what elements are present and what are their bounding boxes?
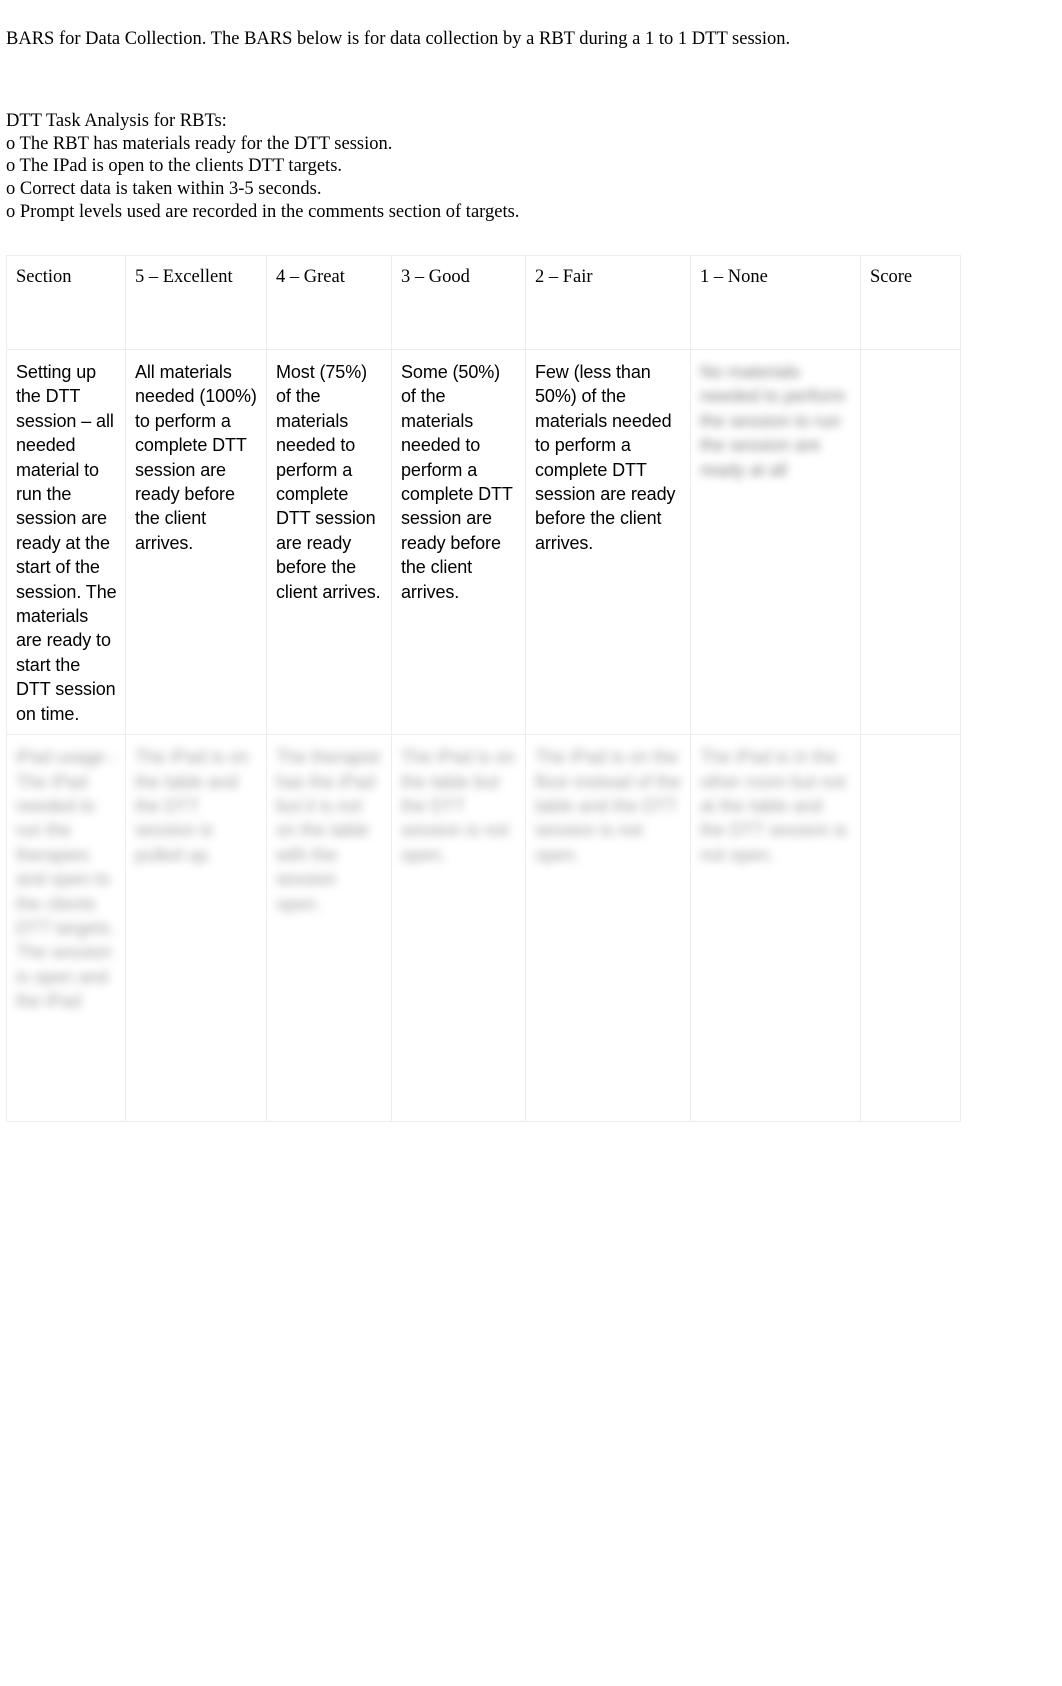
row-2-section: iPad usage - The iPad needed to run the … bbox=[6, 734, 126, 1123]
table-row: iPad usage - The iPad needed to run the … bbox=[6, 734, 961, 1123]
row-2-score[interactable] bbox=[860, 734, 961, 1123]
row-1-score[interactable] bbox=[860, 348, 961, 736]
task-analysis-item-3: o Correct data is taken within 3-5 secon… bbox=[6, 179, 322, 200]
row-2-good: The iPad is on the table but the DTT ses… bbox=[391, 734, 526, 1123]
row-2-none: The iPad is in the other room but not at… bbox=[690, 734, 861, 1123]
intro-block: BARS for Data Collection. The BARS below… bbox=[6, 28, 1046, 224]
row-1-great: Most (75%) of the materials needed to pe… bbox=[266, 348, 392, 736]
row-1-fair: Few (less than 50%) of the materials nee… bbox=[525, 348, 691, 736]
column-header-great: 4 – Great bbox=[266, 255, 392, 350]
task-analysis-item-2: o The IPad is open to the clients DTT ta… bbox=[6, 156, 343, 177]
row-1-good: Some (50%) of the materials needed to pe… bbox=[391, 348, 526, 736]
task-analysis-item-4: o Prompt levels used are recorded in the… bbox=[6, 201, 520, 222]
column-header-section: Section bbox=[6, 255, 126, 350]
column-header-none: 1 – None bbox=[690, 255, 861, 350]
row-2-great: The therapist has the iPad but it is not… bbox=[266, 734, 392, 1123]
intro-paragraph: BARS for Data Collection. The BARS below… bbox=[6, 29, 791, 49]
row-1-excellent: All materials needed (100%) to perform a… bbox=[125, 348, 267, 736]
task-analysis-title: DTT Task Analysis for RBTs: bbox=[6, 110, 227, 131]
table-header-row: Section 5 – Excellent 4 – Great 3 – Good… bbox=[6, 255, 961, 350]
row-2-fair: The iPad is on the floor instead of the … bbox=[525, 734, 691, 1123]
bars-rubric-table: Section 5 – Excellent 4 – Great 3 – Good… bbox=[6, 255, 961, 1123]
intro-spacer bbox=[6, 51, 1046, 110]
column-header-good: 3 – Good bbox=[391, 255, 526, 350]
task-analysis-item-1: o The RBT has materials ready for the DT… bbox=[6, 133, 393, 154]
column-header-fair: 2 – Fair bbox=[525, 255, 691, 350]
row-1-section: Setting up the DTT session – all needed … bbox=[6, 348, 126, 736]
row-2-excellent: The iPad is on the table and the DTT ses… bbox=[125, 734, 267, 1123]
row-1-none: No materials needed to perform the sessi… bbox=[690, 348, 861, 736]
table-row: Setting up the DTT session – all needed … bbox=[6, 348, 961, 736]
column-header-score: Score bbox=[860, 255, 961, 350]
column-header-excellent: 5 – Excellent bbox=[125, 255, 267, 350]
